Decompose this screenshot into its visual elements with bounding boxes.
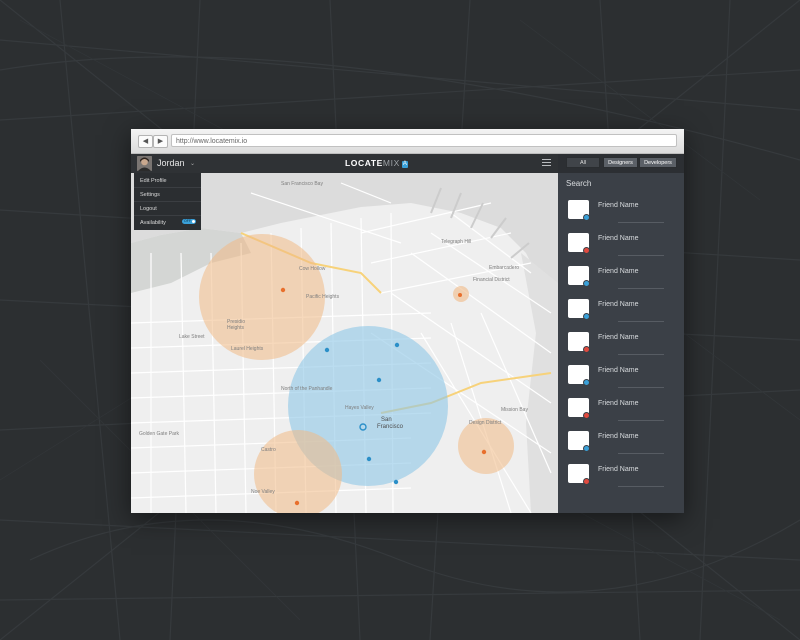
friend-name: Friend Name — [598, 301, 639, 308]
friend-divider — [618, 453, 664, 454]
friend-divider — [618, 486, 664, 487]
forward-arrow-icon: ▶ — [157, 137, 164, 145]
username[interactable]: Jordan — [157, 154, 185, 173]
map-label-pacific-heights: Pacific Heights — [306, 294, 340, 300]
search-label[interactable]: Search — [566, 177, 591, 191]
menu-item-edit-profile[interactable]: Edit Profile — [140, 177, 167, 185]
developer-pin[interactable] — [366, 456, 372, 462]
browser-toolbar: ◀ ▶ http://www.locatemix.io — [131, 129, 684, 154]
map-label-ggp: Golden Gate Park — [139, 431, 180, 437]
friends-sidebar: All Designers Developers Search Friend N… — [558, 154, 684, 513]
back-button[interactable]: ◀ — [138, 135, 153, 148]
friend-list-item[interactable]: Friend Name — [558, 429, 684, 462]
forward-button[interactable]: ▶ — [153, 135, 168, 148]
friend-divider — [618, 354, 664, 355]
map-label-presidio-2: Heights — [227, 325, 244, 331]
app-header: Jordan ⌄ LOCATEMIX A — [131, 154, 558, 173]
availability-toggle[interactable]: OFF — [182, 219, 196, 224]
filter-bar: All Designers Developers — [558, 154, 684, 173]
friend-name: Friend Name — [598, 466, 639, 473]
address-bar[interactable]: http://www.locatemix.io — [171, 134, 677, 147]
status-dot-icon — [583, 247, 590, 254]
friend-name: Friend Name — [598, 268, 639, 275]
developer-pin[interactable] — [376, 377, 382, 383]
status-dot-icon — [583, 445, 590, 452]
status-dot-icon — [583, 412, 590, 419]
map-label-bay: San Francisco Bay — [281, 181, 323, 187]
status-dot-icon — [583, 214, 590, 221]
friend-divider — [618, 387, 664, 388]
friend-list-item[interactable]: Friend Name — [558, 297, 684, 330]
app-logo: LOCATEMIX A — [345, 157, 409, 170]
friend-divider — [618, 222, 664, 223]
designer-pin[interactable] — [294, 500, 300, 506]
developer-pin[interactable] — [324, 347, 330, 353]
menu-icon[interactable] — [542, 159, 551, 168]
back-arrow-icon: ◀ — [142, 137, 149, 145]
map-label-hayes: Hayes Valley — [345, 405, 374, 411]
filter-designers[interactable]: Designers — [603, 157, 638, 168]
menu-divider — [134, 201, 201, 202]
filter-all[interactable]: All — [566, 157, 600, 168]
menu-item-logout[interactable]: Logout — [140, 205, 157, 213]
designer-pin[interactable] — [458, 293, 462, 297]
status-dot-icon — [583, 313, 590, 320]
chevron-down-icon[interactable]: ⌄ — [190, 154, 195, 173]
friend-name: Friend Name — [598, 202, 639, 209]
status-dot-icon — [583, 280, 590, 287]
status-dot-icon — [583, 346, 590, 353]
friend-list-item[interactable]: Friend Name — [558, 264, 684, 297]
designer-pin[interactable] — [481, 449, 487, 455]
menu-item-settings[interactable]: Settings — [140, 191, 160, 199]
map-label-cow-hollow: Cow Hollow — [299, 266, 326, 272]
user-avatar[interactable] — [137, 156, 152, 171]
map-label-lake-st: Lake Street — [179, 334, 205, 340]
map-label-laurel: Laurel Heights — [231, 346, 264, 352]
friend-list-item[interactable]: Friend Name — [558, 396, 684, 429]
status-dot-icon — [583, 478, 590, 485]
map-label-sf-1: San — [381, 417, 392, 423]
app-area: San Francisco Bay San Francisco Presidio… — [131, 154, 684, 513]
friend-list-item[interactable]: Friend Name — [558, 198, 684, 231]
designer-zone-east[interactable] — [458, 418, 514, 474]
friend-list-item[interactable]: Friend Name — [558, 330, 684, 363]
browser-window: ◀ ▶ http://www.locatemix.io San Francisc… — [131, 129, 684, 513]
logo-badge: A — [401, 161, 409, 168]
friend-name: Friend Name — [598, 433, 639, 440]
map-label-castro: Castro — [261, 447, 276, 453]
friend-name: Friend Name — [598, 367, 639, 374]
user-photo-icon — [137, 156, 152, 171]
friend-name: Friend Name — [598, 235, 639, 242]
friend-list-item[interactable]: Friend Name — [558, 462, 684, 495]
map-label-mission-bay: Mission Bay — [501, 407, 528, 413]
logo-mix: MIX — [382, 158, 400, 168]
menu-divider — [134, 215, 201, 216]
map-label-nopa: North of the Panhandle — [281, 386, 333, 392]
menu-item-availability: Availability — [140, 220, 166, 226]
developer-pin[interactable] — [394, 342, 400, 348]
map-label-financial: Financial District — [473, 277, 510, 283]
map-label-telegraph: Telegraph Hill — [441, 239, 471, 245]
friend-list-item[interactable]: Friend Name — [558, 231, 684, 264]
friend-divider — [618, 321, 664, 322]
friend-name: Friend Name — [598, 334, 639, 341]
developer-pin[interactable] — [393, 479, 399, 485]
map-label-noe: Noe Valley — [251, 489, 275, 495]
map-label-embarcadero: Embarcadero — [489, 265, 519, 271]
menu-divider — [134, 187, 201, 188]
status-dot-icon — [583, 379, 590, 386]
map-label-design: Design District — [469, 420, 502, 426]
east-shore — [521, 253, 558, 513]
friend-divider — [618, 255, 664, 256]
filter-developers[interactable]: Developers — [639, 157, 677, 168]
user-menu: Edit Profile Settings Logout Availabilit… — [134, 173, 201, 230]
friend-divider — [618, 288, 664, 289]
logo-locate: LOCATE — [345, 158, 383, 168]
map-label-sf-2: Francisco — [377, 424, 404, 430]
friend-list-item[interactable]: Friend Name — [558, 363, 684, 396]
friend-name: Friend Name — [598, 400, 639, 407]
designer-pin[interactable] — [280, 287, 286, 293]
friend-divider — [618, 420, 664, 421]
